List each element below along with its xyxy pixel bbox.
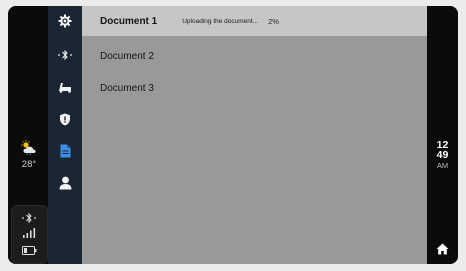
nav-bluetooth[interactable] [48,40,82,70]
document-name: Document 2 [100,50,154,62]
left-status-column: 28° [8,6,48,264]
document-name: Document 3 [100,82,154,94]
temperature: 28° [21,159,37,170]
signal-bars-icon [23,228,36,238]
document-name: Document 1 [100,15,158,27]
nav-security[interactable] [48,104,82,134]
nav-settings[interactable] [48,6,82,36]
user-icon [59,176,71,190]
clock-minute: 49 [436,149,449,161]
battery-icon [22,246,37,255]
document-icon [60,144,70,158]
nav-rail [48,6,82,264]
weather-widget: 28° [17,140,41,170]
document-row[interactable]: Document 1 Uploading the document... 2% [82,6,427,36]
clock-ampm: AM [436,161,449,170]
clock: 12 49 AM [427,140,458,171]
device-screen: 28° Document 1 Uploading the document...… [8,6,458,264]
partly-cloudy-icon [21,140,36,156]
home-icon [436,243,449,255]
upload-status-text: Uploading the document... [182,17,259,25]
document-row[interactable]: Document 3 [82,73,427,103]
shield-icon [60,113,70,125]
documents-panel: Document 1 Uploading the document... 2% … [82,6,427,264]
document-row[interactable]: Document 2 [82,41,427,71]
scooter-icon [59,83,71,93]
bluetooth-icon [58,49,72,61]
nav-documents[interactable] [48,136,82,166]
upload-progress-percent: 2% [268,16,279,26]
connectivity-status-box [11,205,48,264]
nav-vehicle[interactable] [48,72,82,102]
right-status-column: 12 49 AM [427,6,458,264]
home-button[interactable] [436,242,449,260]
nav-profile[interactable] [48,168,82,198]
settings-gear-icon [58,14,72,28]
bluetooth-icon [22,212,36,224]
